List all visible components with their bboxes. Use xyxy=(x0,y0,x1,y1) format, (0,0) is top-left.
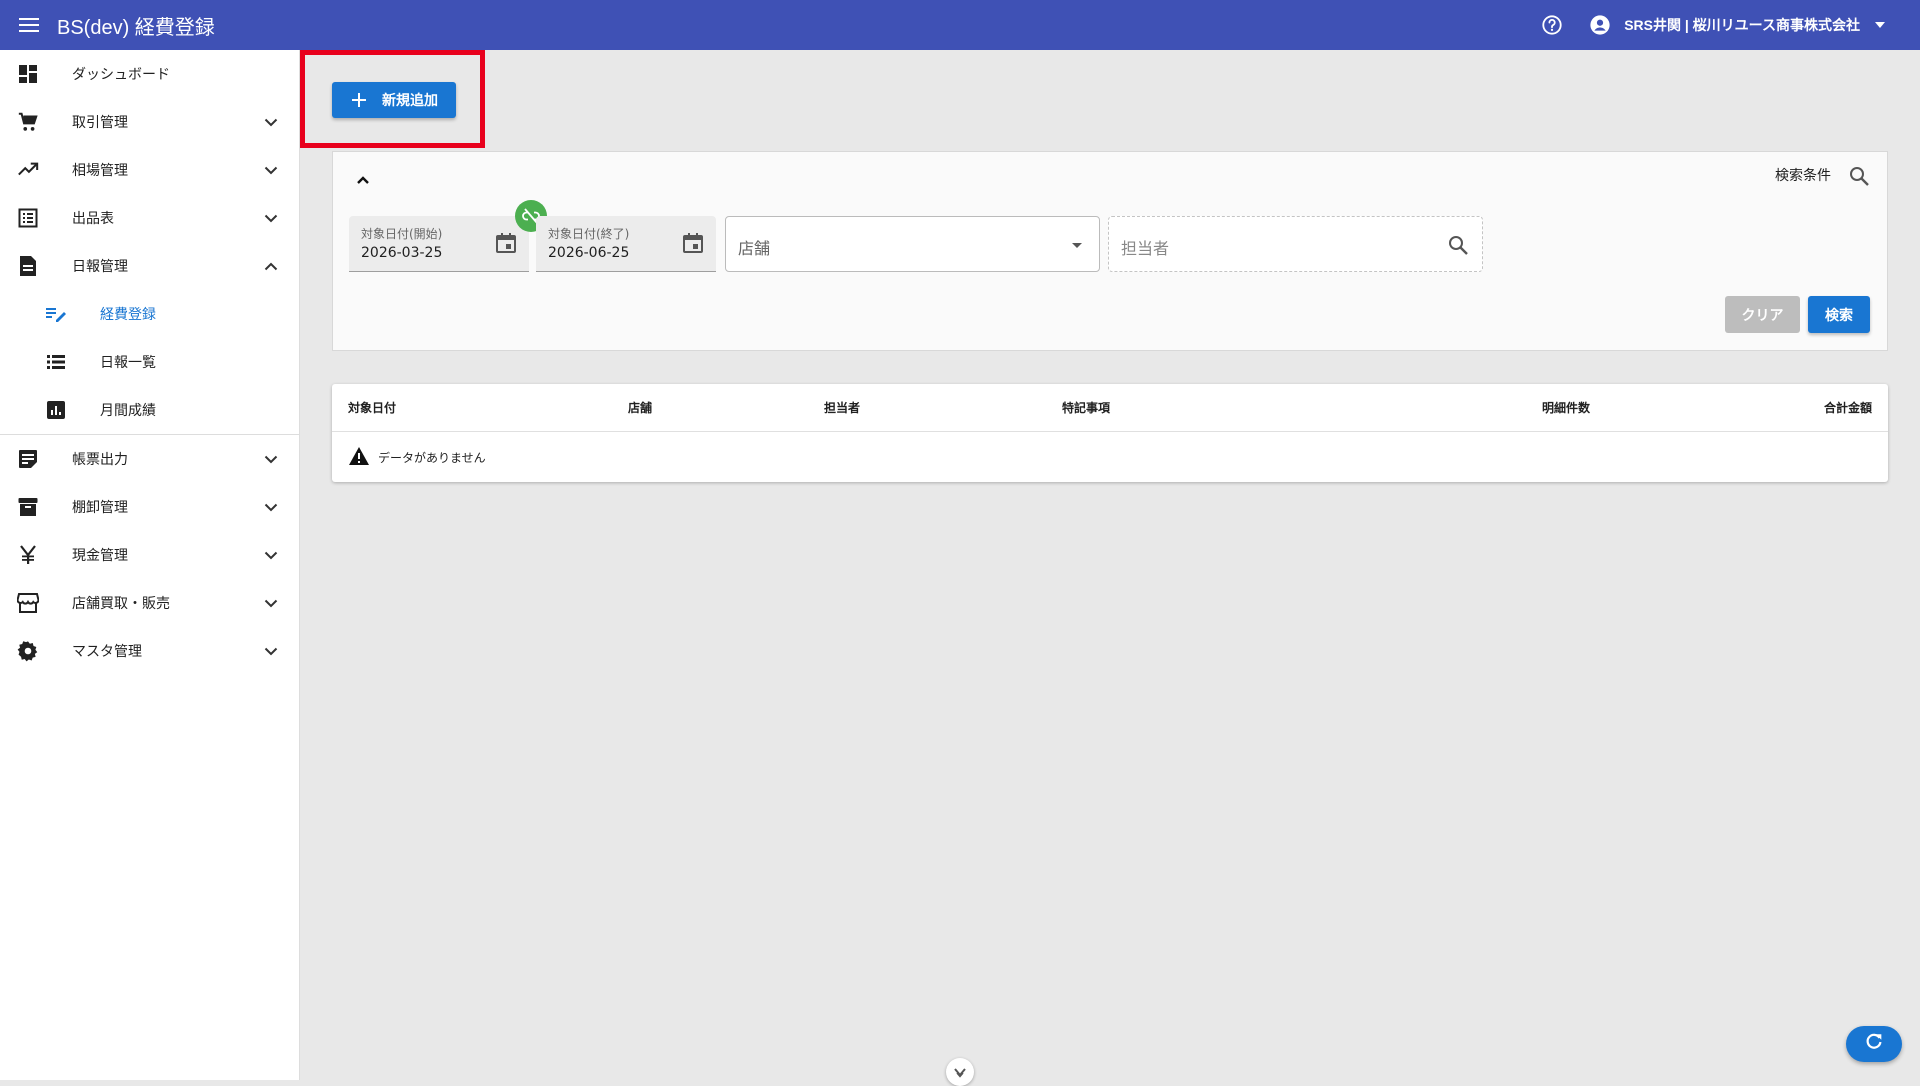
chevron-down-icon xyxy=(261,545,281,565)
add-new-label: 新規追加 xyxy=(382,92,438,108)
sidebar-item-label: 取引管理 xyxy=(72,115,128,131)
sidebar-item-expense-entry[interactable]: 経費登録 xyxy=(0,290,299,338)
sidebar-item-label: 出品表 xyxy=(72,211,114,227)
chevron-down-icon xyxy=(261,208,281,228)
list-view-icon xyxy=(44,350,68,374)
sidebar-item-master[interactable]: マスタ管理 xyxy=(0,627,299,675)
sidebar-item-label: 日報管理 xyxy=(72,259,128,275)
dropdown-arrow-icon xyxy=(1067,235,1087,255)
column-header-store[interactable]: 店舗 xyxy=(628,399,652,416)
results-table: 対象日付 店舗 担当者 特記事項 明細件数 合計金額 データがありません xyxy=(332,384,1888,482)
chevron-down-icon xyxy=(261,593,281,613)
list-icon xyxy=(16,206,40,230)
gear-icon xyxy=(16,639,40,663)
sidebar-item-dashboard[interactable]: ダッシュボード xyxy=(0,50,299,98)
chevron-up-icon[interactable] xyxy=(353,170,373,190)
add-new-button[interactable]: 新規追加 xyxy=(332,82,456,118)
cart-icon xyxy=(16,110,40,134)
sidebar-item-cash[interactable]: 現金管理 xyxy=(0,531,299,579)
staff-search-field[interactable]: 担当者 xyxy=(1108,216,1483,272)
plus-icon xyxy=(350,91,368,109)
archive-icon xyxy=(16,495,40,519)
sidebar-item-daily-report[interactable]: 日報管理 xyxy=(0,242,299,290)
calendar-icon[interactable] xyxy=(682,232,704,254)
search-button[interactable]: 検索 xyxy=(1808,296,1870,333)
sidebar-item-market[interactable]: 相場管理 xyxy=(0,146,299,194)
end-date-label: 対象日付(終了) xyxy=(548,227,630,241)
column-header-date[interactable]: 対象日付 xyxy=(348,399,396,416)
chevron-down-icon[interactable] xyxy=(1870,15,1890,35)
start-date-field[interactable]: 対象日付(開始) 2026-03-25 xyxy=(349,216,529,272)
chevron-up-icon xyxy=(261,256,281,276)
sidebar-item-label: 帳票出力 xyxy=(72,452,128,468)
sidebar-item-label: ダッシュボード xyxy=(72,67,170,83)
yen-icon xyxy=(16,543,40,567)
bar-chart-icon xyxy=(44,398,68,422)
column-header-total[interactable]: 合計金額 xyxy=(1824,399,1872,416)
sidebar-item-label: 店舗買取・販売 xyxy=(72,596,170,612)
sidebar-item-form-output[interactable]: 帳票出力 xyxy=(0,435,299,483)
dashboard-icon xyxy=(16,62,40,86)
empty-message: データがありません xyxy=(378,450,486,465)
chevron-down-icon xyxy=(261,160,281,180)
chevron-down-icon xyxy=(261,497,281,517)
chevron-down-icon xyxy=(261,641,281,661)
sidebar-item-label: マスタ管理 xyxy=(72,644,142,660)
end-date-value: 2026-06-25 xyxy=(548,245,630,261)
sidebar-item-label: 月間成績 xyxy=(100,403,156,419)
start-date-value: 2026-03-25 xyxy=(361,245,443,261)
refresh-icon xyxy=(1863,1031,1885,1057)
sidebar-item-transactions[interactable]: 取引管理 xyxy=(0,98,299,146)
menu-icon[interactable] xyxy=(17,13,41,37)
help-icon[interactable] xyxy=(1540,13,1564,37)
sidebar-item-listing[interactable]: 出品表 xyxy=(0,194,299,242)
trending-up-icon xyxy=(16,158,40,182)
sidebar-item-label: 現金管理 xyxy=(72,548,128,564)
sidebar-item-label: 相場管理 xyxy=(72,163,128,179)
table-header: 対象日付 店舗 担当者 特記事項 明細件数 合計金額 xyxy=(332,384,1888,432)
app-bar: BS(dev) 経費登録 SRS井関 | 桜川リユース商事株式会社 xyxy=(0,0,1920,50)
user-menu[interactable]: SRS井関 | 桜川リユース商事株式会社 xyxy=(1624,15,1860,35)
column-header-item-count[interactable]: 明細件数 xyxy=(1542,399,1590,416)
search-icon[interactable] xyxy=(1446,233,1470,257)
chevron-down-icon xyxy=(954,1063,966,1082)
empty-message-row: データがありません xyxy=(348,446,486,468)
edit-list-icon xyxy=(44,302,68,326)
store-placeholder: 店舗 xyxy=(738,239,771,258)
end-date-field[interactable]: 対象日付(終了) 2026-06-25 xyxy=(536,216,716,272)
scroll-down-button[interactable] xyxy=(946,1058,974,1086)
sidebar: ダッシュボード 取引管理 相場管理 出品表 日報管理 経費登録 日報一覧 月間成… xyxy=(0,50,300,1080)
store-select[interactable]: 店舗 xyxy=(725,216,1100,272)
store-icon xyxy=(16,591,40,615)
sidebar-item-label: 棚卸管理 xyxy=(72,500,128,516)
sidebar-item-label: 日報一覧 xyxy=(100,355,156,371)
app-title: BS(dev) 経費登録 xyxy=(57,16,215,39)
note-icon xyxy=(16,447,40,471)
clear-button[interactable]: クリア xyxy=(1725,296,1800,333)
calendar-icon[interactable] xyxy=(495,232,517,254)
search-icon[interactable] xyxy=(1847,164,1871,188)
chevron-down-icon xyxy=(261,449,281,469)
column-header-notes[interactable]: 特記事項 xyxy=(1062,399,1110,416)
chevron-down-icon xyxy=(261,112,281,132)
sidebar-item-monthly-results[interactable]: 月間成績 xyxy=(0,386,299,434)
search-conditions-label: 検索条件 xyxy=(1775,168,1831,184)
refresh-button[interactable] xyxy=(1846,1026,1902,1062)
column-header-staff[interactable]: 担当者 xyxy=(824,399,860,416)
sidebar-item-label: 経費登録 xyxy=(100,307,156,323)
staff-placeholder: 担当者 xyxy=(1121,239,1170,258)
search-panel: 検索条件 対象日付(開始) 2026-03-25 対象日付(終了) 2026-0… xyxy=(332,151,1888,351)
account-icon[interactable] xyxy=(1588,13,1612,37)
start-date-label: 対象日付(開始) xyxy=(361,227,443,241)
warning-icon xyxy=(348,446,370,468)
sidebar-item-inventory[interactable]: 棚卸管理 xyxy=(0,483,299,531)
sidebar-item-report-list[interactable]: 日報一覧 xyxy=(0,338,299,386)
sidebar-item-store-trade[interactable]: 店舗買取・販売 xyxy=(0,579,299,627)
document-icon xyxy=(16,254,40,278)
